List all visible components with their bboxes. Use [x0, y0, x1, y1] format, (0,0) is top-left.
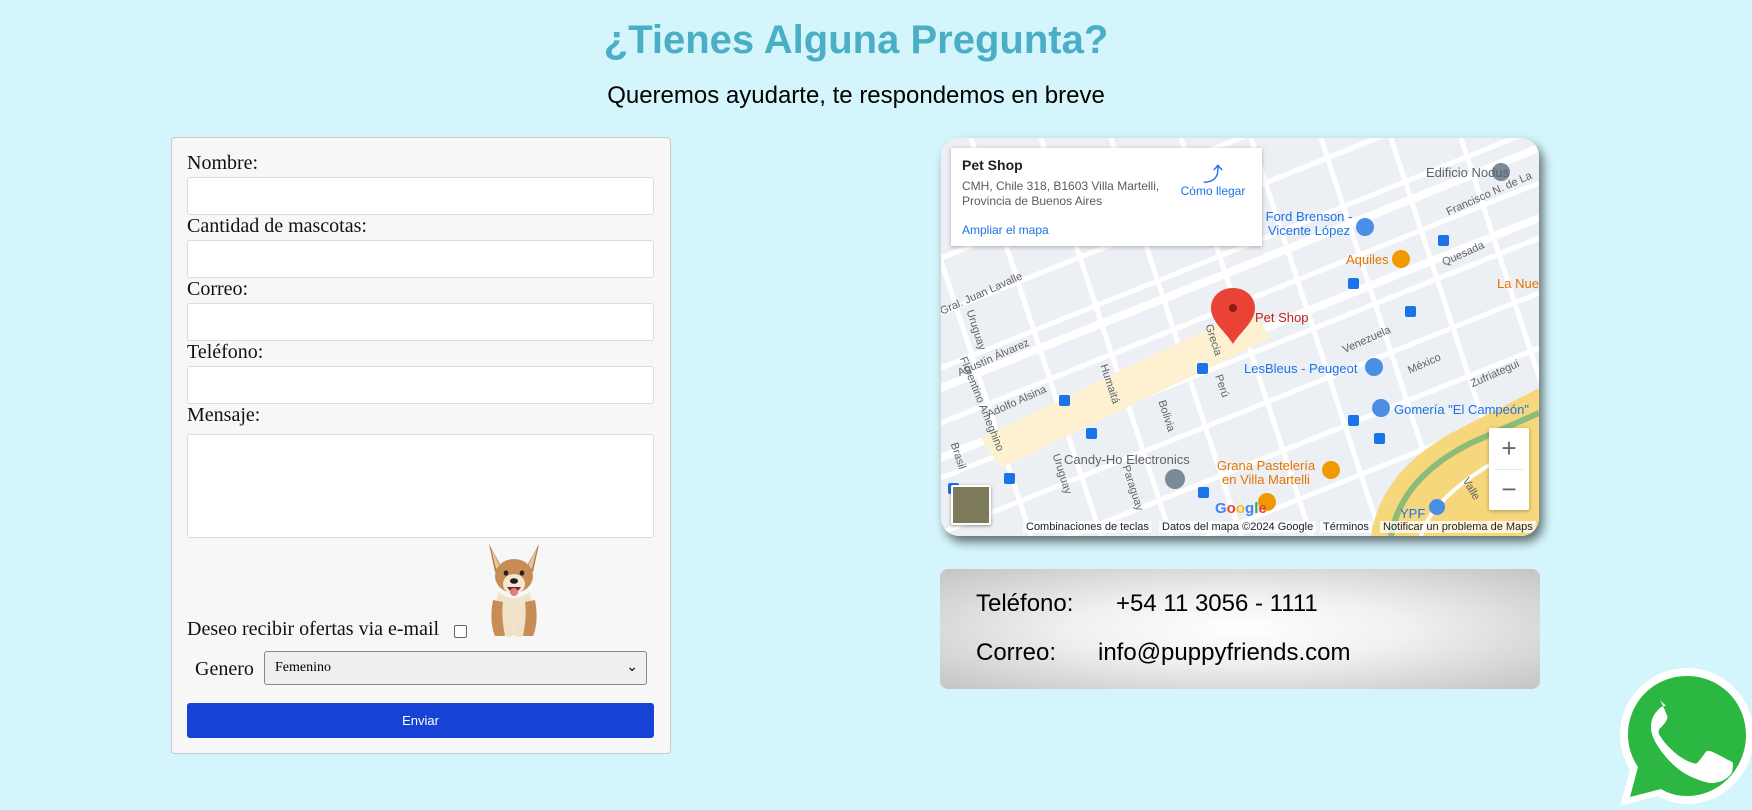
pets-input[interactable] [187, 240, 654, 278]
map-place-lanue: La Nue [1497, 276, 1539, 291]
directions-link[interactable]: ⤴ Cómo llegar [1177, 158, 1249, 198]
map-embed[interactable]: Pet Shop Edificio Nodus Ford Brenson - V… [941, 138, 1539, 536]
map-data-text: Datos del mapa ©2024 Google [1159, 521, 1317, 533]
satellite-toggle[interactable] [951, 485, 991, 525]
zoom-out-button[interactable]: − [1489, 469, 1529, 510]
offers-checkbox[interactable] [454, 625, 467, 638]
map-place-ford: Ford Brenson - Vicente López [1265, 209, 1353, 238]
directions-label: Cómo llegar [1180, 184, 1246, 198]
submit-button[interactable]: Enviar [187, 703, 654, 738]
map-place-grana: Grana Pastelería en Villa Martelli [1216, 458, 1316, 487]
map-place-gomeria: Gomería "El Campeón" [1394, 402, 1529, 417]
contact-form: Nombre: Cantidad de mascotas: Correo: Te… [171, 137, 671, 754]
gender-selected-value: Femenino [275, 660, 331, 675]
report-problem-link[interactable]: Notificar un problema de Maps [1380, 521, 1536, 533]
map-place-lesbleus: LesBleus - Peugeot [1244, 361, 1358, 376]
offers-label: Deseo recibir ofertas via e-mail [187, 618, 440, 640]
name-label: Nombre: [187, 152, 259, 174]
zoom-divider [1495, 469, 1523, 470]
contact-phone-label: Teléfono: [976, 590, 1074, 617]
map-info-card: Pet Shop CMH, Chile 318, B1603 Villa Mar… [951, 148, 1262, 246]
pets-label: Cantidad de mascotas: [187, 215, 367, 237]
enlarge-map-link[interactable]: Ampliar el mapa [962, 223, 1049, 237]
zoom-in-button[interactable]: + [1489, 428, 1529, 469]
map-attribution: Combinaciones de teclas Datos del mapa ©… [941, 520, 1539, 536]
map-place-address: CMH, Chile 318, B1603 Villa Martelli, Pr… [962, 179, 1160, 208]
directions-icon: ⤴ [1203, 164, 1223, 186]
contact-info-card: Teléfono: +54 11 3056 - 1111 Correo: inf… [940, 569, 1540, 689]
map-place-name: Pet Shop [962, 157, 1023, 173]
terms-link[interactable]: Términos [1320, 521, 1372, 533]
zoom-controls: + − [1489, 428, 1529, 510]
phone-label: Teléfono: [187, 341, 264, 363]
contact-email-value: info@puppyfriends.com [1098, 639, 1351, 666]
map-place-aquiles: Aquiles [1346, 252, 1389, 267]
google-logo: Google [1215, 500, 1267, 517]
phone-input[interactable] [187, 366, 654, 404]
map-pin-label: Pet Shop [1255, 310, 1309, 325]
email-label: Correo: [187, 278, 249, 300]
dog-image [489, 544, 539, 637]
message-textarea[interactable] [187, 434, 654, 538]
page-title: ¿Tienes Alguna Pregunta? [603, 18, 1109, 62]
chevron-down-icon: ⌄ [626, 660, 638, 675]
gender-label: Genero [195, 658, 254, 680]
message-label: Mensaje: [187, 404, 261, 426]
contact-phone-value: +54 11 3056 - 1111 [1116, 590, 1318, 617]
page-subtitle: Queremos ayudarte, te respondemos en bre… [607, 82, 1105, 109]
contact-email-label: Correo: [976, 639, 1057, 666]
whatsapp-icon[interactable] [1614, 664, 1752, 810]
email-input[interactable] [187, 303, 654, 341]
map-place-ypf: YPF [1400, 506, 1426, 521]
keyboard-shortcuts-link[interactable]: Combinaciones de teclas [1023, 521, 1152, 533]
name-input[interactable] [187, 177, 654, 215]
gender-select[interactable]: Femenino ⌄ [264, 651, 647, 685]
map-place-nodus: Edificio Nodus [1426, 165, 1510, 180]
